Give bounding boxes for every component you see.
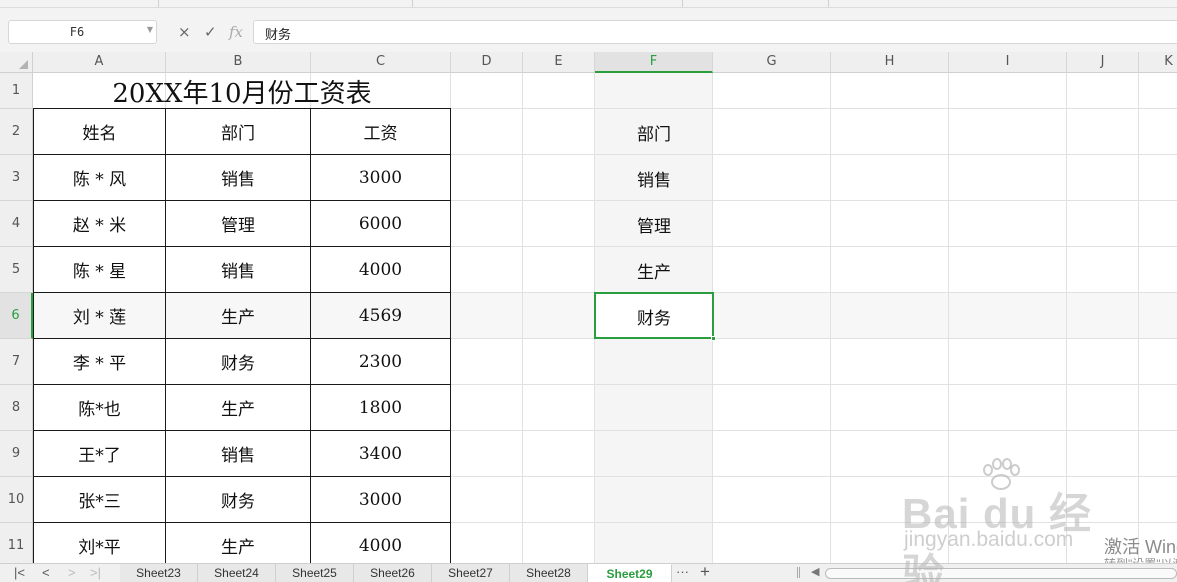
salary-cell[interactable]: 3400	[311, 431, 451, 477]
row-header-7[interactable]: 7	[0, 339, 33, 385]
column-header-h[interactable]: H	[831, 52, 949, 73]
gridline-vertical	[948, 73, 949, 563]
employee-name-cell[interactable]: 陈 * 星	[33, 247, 166, 293]
toolbar-separator	[158, 0, 159, 7]
department-cell[interactable]: 财务	[166, 477, 311, 523]
spreadsheet-grid: A B C D E F G H I J K 1 2 3 4 5 6 7 8 9 10 11 20XX年10月份工资表 姓名 部门…	[0, 52, 1177, 563]
column-header-e[interactable]: E	[523, 52, 595, 73]
table-header-name[interactable]: 姓名	[33, 108, 166, 155]
toolbar-separator	[828, 0, 829, 7]
department-cell[interactable]: 销售	[166, 155, 311, 201]
department-cell[interactable]: 销售	[166, 431, 311, 477]
row-header-10[interactable]: 10	[0, 477, 33, 523]
column-header-k[interactable]: K	[1139, 52, 1177, 73]
scroll-left-icon[interactable]: ◀	[811, 565, 819, 578]
gridline-vertical	[1138, 73, 1139, 563]
row-header-1[interactable]: 1	[0, 73, 33, 109]
column-header-g[interactable]: G	[713, 52, 831, 73]
formula-input-value: 财务	[265, 28, 292, 43]
next-sheet-icon[interactable]: >	[68, 565, 76, 580]
salary-cell[interactable]: 2300	[311, 339, 451, 385]
column-header-a[interactable]: A	[33, 52, 166, 73]
select-all-icon	[19, 60, 28, 69]
salary-cell[interactable]: 6000	[311, 201, 451, 247]
sheet-tab-sheet25[interactable]: Sheet25	[276, 564, 354, 582]
sheet-tab-sheet28[interactable]: Sheet28	[510, 564, 588, 582]
salary-cell[interactable]: 4000	[311, 247, 451, 293]
chevron-down-icon[interactable]: ▼	[147, 25, 153, 34]
table-header-department[interactable]: 部门	[166, 108, 311, 155]
employee-name-cell[interactable]: 赵 * 米	[33, 201, 166, 247]
name-box[interactable]: F6 ▼	[8, 20, 157, 44]
column-f-cell[interactable]: 销售	[595, 155, 713, 201]
sheet-tab-sheet26[interactable]: Sheet26	[354, 564, 432, 582]
gridline-vertical	[830, 73, 831, 563]
column-header-f[interactable]: F	[595, 52, 713, 73]
employee-name-cell[interactable]: 陈*也	[33, 385, 166, 431]
column-f-cell[interactable]: 部门	[595, 109, 713, 155]
column-f-cell[interactable]: 生产	[595, 247, 713, 293]
salary-cell[interactable]: 3000	[311, 477, 451, 523]
name-box-value: F6	[69, 25, 85, 39]
department-cell[interactable]: 财务	[166, 339, 311, 385]
scroll-grip-icon[interactable]	[797, 567, 800, 578]
sheet-tab-sheet23[interactable]: Sheet23	[120, 564, 198, 582]
column-f-cell[interactable]: 管理	[595, 201, 713, 247]
formula-bar: F6 ▼ × ✓ fx 财务	[0, 8, 1177, 52]
add-sheet-button[interactable]: +	[700, 562, 710, 582]
salary-cell[interactable]: 4000	[311, 523, 451, 563]
sheet-tab-bar: |< < > >| Sheet23 Sheet24 Sheet25 Sheet26 Sh…	[0, 562, 1177, 582]
row-header-9[interactable]: 9	[0, 431, 33, 477]
department-cell[interactable]: 管理	[166, 201, 311, 247]
more-sheets-icon[interactable]: ···	[676, 564, 689, 579]
cancel-icon[interactable]: ×	[178, 22, 191, 42]
toolbar-strip	[0, 0, 1177, 8]
employee-name-cell[interactable]: 张*三	[33, 477, 166, 523]
department-cell[interactable]: 生产	[166, 523, 311, 563]
sheet-tab-sheet27[interactable]: Sheet27	[432, 564, 510, 582]
gridline-vertical	[522, 73, 523, 563]
department-cell[interactable]: 销售	[166, 247, 311, 293]
department-cell[interactable]: 生产	[166, 385, 311, 431]
confirm-icon[interactable]: ✓	[204, 22, 217, 42]
column-header-j[interactable]: J	[1067, 52, 1139, 73]
employee-name-cell[interactable]: 陈 * 风	[33, 155, 166, 201]
gridline-vertical	[1066, 73, 1067, 563]
previous-sheet-icon[interactable]: <	[42, 565, 50, 580]
employee-name-cell[interactable]: 李 * 平	[33, 339, 166, 385]
table-title[interactable]: 20XX年10月份工资表	[33, 73, 451, 109]
salary-cell[interactable]: 4569	[311, 293, 451, 339]
row-header-3[interactable]: 3	[0, 155, 33, 201]
formula-input[interactable]: 财务	[253, 20, 1177, 44]
sheet-tab-sheet24[interactable]: Sheet24	[198, 564, 276, 582]
column-header-d[interactable]: D	[451, 52, 523, 73]
column-header-c[interactable]: C	[311, 52, 451, 73]
row-header-11[interactable]: 11	[0, 523, 33, 563]
row-header-6[interactable]: 6	[0, 293, 33, 339]
scrollbar-thumb[interactable]	[825, 568, 1177, 579]
department-cell[interactable]: 生产	[166, 293, 311, 339]
column-header-i[interactable]: I	[949, 52, 1067, 73]
row-header-2[interactable]: 2	[0, 109, 33, 155]
column-f-cell[interactable]: 财务	[595, 293, 713, 339]
salary-cell[interactable]: 1800	[311, 385, 451, 431]
toolbar-separator	[682, 0, 683, 7]
last-sheet-icon[interactable]: >|	[90, 565, 101, 580]
sheet-tab-sheet29[interactable]: Sheet29	[588, 564, 672, 582]
select-all-corner[interactable]	[0, 52, 33, 73]
employee-name-cell[interactable]: 王*了	[33, 431, 166, 477]
toolbar-separator	[412, 0, 413, 7]
row-header-8[interactable]: 8	[0, 385, 33, 431]
insert-function-icon[interactable]: fx	[229, 22, 243, 42]
table-header-salary[interactable]: 工资	[311, 108, 451, 155]
row-header-4[interactable]: 4	[0, 201, 33, 247]
employee-name-cell[interactable]: 刘 * 莲	[33, 293, 166, 339]
salary-cell[interactable]: 3000	[311, 155, 451, 201]
column-header-b[interactable]: B	[166, 52, 311, 73]
employee-name-cell[interactable]: 刘*平	[33, 523, 166, 563]
horizontal-scrollbar[interactable]: ◀	[793, 566, 1177, 580]
first-sheet-icon[interactable]: |<	[14, 565, 25, 580]
row-header-5[interactable]: 5	[0, 247, 33, 293]
